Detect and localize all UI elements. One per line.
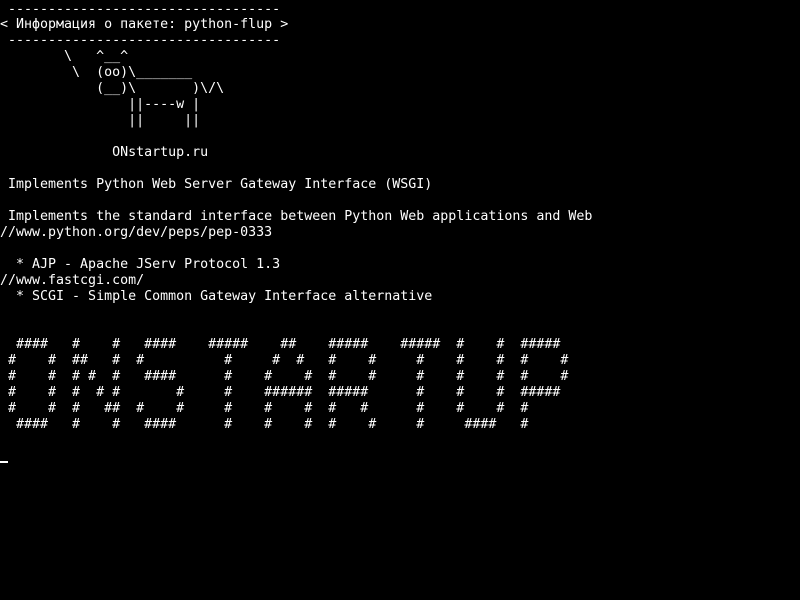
cow-art-line: \ (oo)\_______ bbox=[0, 65, 193, 80]
banner-line: #### # # #### # # # # # # #### # bbox=[0, 417, 529, 432]
cowsay-top-border: ---------------------------------- bbox=[0, 2, 281, 17]
protocol-item-ajp: * AJP - Apache JServ Protocol 1.3 bbox=[0, 257, 281, 272]
protocol-item-scgi: * SCGI - Simple Common Gateway Interface… bbox=[0, 289, 433, 304]
cowsay-message: < Информация о пакете: python-flup > bbox=[0, 17, 289, 32]
terminal-window[interactable]: ---------------------------------- < Инф… bbox=[0, 0, 800, 600]
cow-art-line: ||----w | bbox=[0, 97, 201, 112]
pep-url: //www.python.org/dev/peps/pep-0333 bbox=[0, 225, 273, 240]
cow-art-line: (__)\ )\/\ bbox=[0, 81, 225, 96]
banner-line: #### # # #### ##### ## ##### ##### # # #… bbox=[0, 337, 561, 352]
cow-art-line: \ ^__^ bbox=[0, 49, 129, 64]
site-name: ONstartup.ru bbox=[0, 145, 209, 160]
banner-line: # # ## # # # # # # # # # # # # bbox=[0, 353, 569, 368]
fastcgi-url: //www.fastcgi.com/ bbox=[0, 273, 145, 288]
cowsay-bottom-border: ---------------------------------- bbox=[0, 33, 281, 48]
banner-line: # # # # # # # ###### ##### # # # ##### bbox=[0, 385, 561, 400]
text-cursor bbox=[0, 461, 8, 463]
cow-art-line: || || bbox=[0, 113, 201, 128]
banner-line: # # # ## # # # # # # # # # # # bbox=[0, 401, 529, 416]
package-description: Implements the standard interface betwee… bbox=[0, 209, 593, 224]
package-summary: Implements Python Web Server Gateway Int… bbox=[0, 177, 433, 192]
banner-line: # # # # # #### # # # # # # # # # # bbox=[0, 369, 569, 384]
